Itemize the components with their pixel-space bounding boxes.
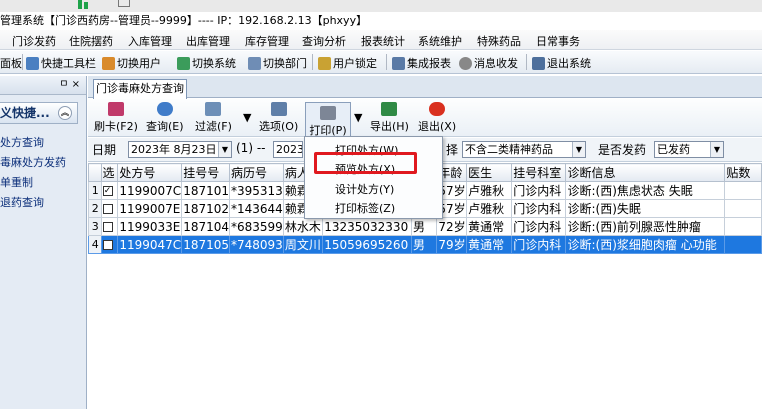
action-ribbon: 刷卡(F2) 查询(E) 过滤(F) ▼ 选项(O) 打印(P) ▼ 导出(H)…	[88, 99, 762, 137]
menu-item[interactable]: 报表统计	[361, 33, 405, 49]
menu-item-design-rx[interactable]: 设计处方(Y)	[335, 181, 394, 197]
switch-dept-button[interactable]: 切换部门	[248, 55, 307, 71]
menu-item[interactable]: 系统维护	[418, 33, 462, 49]
menu-item[interactable]: 库存管理	[245, 33, 289, 49]
chevron-down-icon: ▼	[354, 111, 363, 124]
date-separator: (1) --	[236, 141, 266, 155]
table-row-selected[interactable]: 4 1199047C 187105 *748093 周文川 1505969526…	[88, 235, 762, 254]
filter-button[interactable]: 过滤(F)	[195, 102, 232, 134]
panel-pin-close[interactable]: ㅁ ×	[0, 76, 86, 95]
dispensed-select[interactable]: 已发药 ▼	[654, 141, 724, 158]
row-checkbox[interactable]	[102, 240, 113, 250]
header-rx-no[interactable]: 处方号	[117, 163, 183, 182]
window-title: 管理系统【门诊西药房--管理员--9999】---- IP：192.168.2.…	[0, 12, 762, 30]
header-select[interactable]: 选	[100, 163, 119, 182]
quick-toolbar-button[interactable]: 快捷工具栏	[26, 55, 96, 71]
header-reg-no[interactable]: 挂号号	[181, 163, 230, 182]
menu-item[interactable]: 住院摆药	[69, 33, 113, 49]
power-icon	[429, 102, 446, 116]
switch-user-button[interactable]: 切换用户	[102, 55, 161, 71]
nav-item-narcotic-dispense[interactable]: 毒麻处方发药	[0, 154, 66, 174]
report-button[interactable]: 集成报表	[392, 55, 451, 71]
report-icon	[392, 56, 405, 70]
highlight-box	[314, 152, 417, 174]
refresh-icon	[156, 102, 173, 116]
separator	[526, 54, 527, 70]
os-taskbar-strip	[0, 0, 762, 12]
menu-item[interactable]: 入库管理	[128, 33, 172, 49]
menu-item[interactable]: 特殊药品	[477, 33, 521, 49]
query-button[interactable]: 查询(E)	[146, 102, 184, 134]
menu-item-print-label[interactable]: 打印标签(Z)	[335, 200, 395, 216]
row-checkbox[interactable]: ✓	[102, 186, 113, 196]
row-checkbox[interactable]	[102, 204, 113, 214]
app-logo-icon	[78, 0, 82, 9]
nav-item-reprint[interactable]: 单重制	[0, 174, 66, 194]
quick-toolbar: 面板 快捷工具栏 切换用户 切换系统 切换部门 用户锁定 集成报表 消息收发 退…	[0, 51, 762, 74]
exit-button[interactable]: 退出(X)	[418, 102, 456, 134]
printer-icon	[320, 106, 336, 120]
switch-icon	[177, 56, 190, 70]
print-button[interactable]: 打印(P)	[305, 102, 351, 137]
header-record-no[interactable]: 病历号	[229, 163, 284, 182]
tab-narcotic-query[interactable]: 门诊毒麻处方查询	[93, 79, 187, 99]
collapse-icon[interactable]: ︽	[58, 106, 72, 120]
header-rownum	[88, 163, 102, 182]
menu-item[interactable]: 门诊发药	[12, 33, 56, 49]
date-to-picker[interactable]: 2023年	[273, 141, 303, 158]
app-logo-icon-part	[84, 2, 88, 9]
swipe-card-button[interactable]: 刷卡(F2)	[94, 102, 138, 134]
filter-icon	[205, 102, 222, 116]
options-icon	[270, 102, 287, 116]
card-icon	[107, 102, 124, 116]
user-icon	[102, 56, 115, 70]
table-row[interactable]: 3 1199033E 187104 *683599 林水木 1323503233…	[88, 217, 762, 236]
header-doses[interactable]: 贴数	[724, 163, 762, 182]
date-label: 日期	[92, 143, 117, 157]
toolbar-icon	[26, 56, 39, 70]
drug-type-select[interactable]: 不含二类精神药品 ▼	[462, 141, 586, 158]
nav-item-return-query[interactable]: 退药查询	[0, 194, 66, 214]
excel-icon	[381, 102, 398, 116]
header-diagnosis[interactable]: 诊断信息	[565, 163, 726, 182]
date-from-picker[interactable]: 2023年 8月23日 ▼	[128, 141, 232, 158]
user-lock-button[interactable]: 用户锁定	[318, 55, 377, 71]
menu-item[interactable]: 查询分析	[302, 33, 346, 49]
separator	[386, 54, 387, 70]
message-button[interactable]: 消息收发	[459, 55, 518, 71]
nav-item-prescription-query[interactable]: 处方查询	[0, 134, 66, 154]
lock-icon	[318, 56, 331, 70]
menu-item[interactable]: 日常事务	[536, 33, 580, 49]
separator	[312, 54, 313, 70]
exit-system-button[interactable]: 退出系统	[532, 55, 591, 71]
exit-icon	[532, 56, 545, 70]
select-label: 择	[446, 143, 459, 157]
panel-title: 义快捷... ︽	[0, 102, 78, 124]
print-dropdown-arrow[interactable]: ▼	[354, 111, 362, 124]
window-icon	[118, 0, 130, 7]
options-button[interactable]: 选项(O)	[259, 102, 298, 134]
chevron-down-icon: ▼	[218, 142, 231, 157]
menu-item[interactable]: 出库管理	[186, 33, 230, 49]
switch-system-button[interactable]: 切换系统	[177, 55, 236, 71]
print-dropdown-menu: 打印处方(W) 预览处方(X) 设计处方(Y) 打印标签(Z)	[304, 136, 443, 219]
export-button[interactable]: 导出(H)	[370, 102, 409, 134]
menu-bar: 门诊发药 住院摆药 入库管理 出库管理 库存管理 查询分析 报表统计 系统维护 …	[0, 30, 762, 50]
quick-nav-panel: ㅁ × 义快捷... ︽ 处方查询 毒麻处方发药 单重制 退药查询	[0, 76, 87, 409]
header-dept[interactable]: 挂号科室	[511, 163, 567, 182]
tab-strip: 门诊毒麻处方查询	[88, 76, 762, 99]
dispensed-label: 是否发药	[598, 143, 647, 157]
chevron-down-icon: ▼	[243, 111, 252, 124]
separator	[22, 54, 23, 70]
panel-button[interactable]: 面板	[0, 55, 22, 71]
info-icon	[459, 56, 472, 70]
row-checkbox[interactable]	[102, 222, 113, 232]
chevron-down-icon: ▼	[710, 142, 723, 157]
header-doctor[interactable]: 医生	[466, 163, 513, 182]
chevron-down-icon: ▼	[572, 142, 585, 157]
filter-dropdown-arrow[interactable]: ▼	[243, 111, 251, 124]
dept-icon	[248, 56, 261, 70]
